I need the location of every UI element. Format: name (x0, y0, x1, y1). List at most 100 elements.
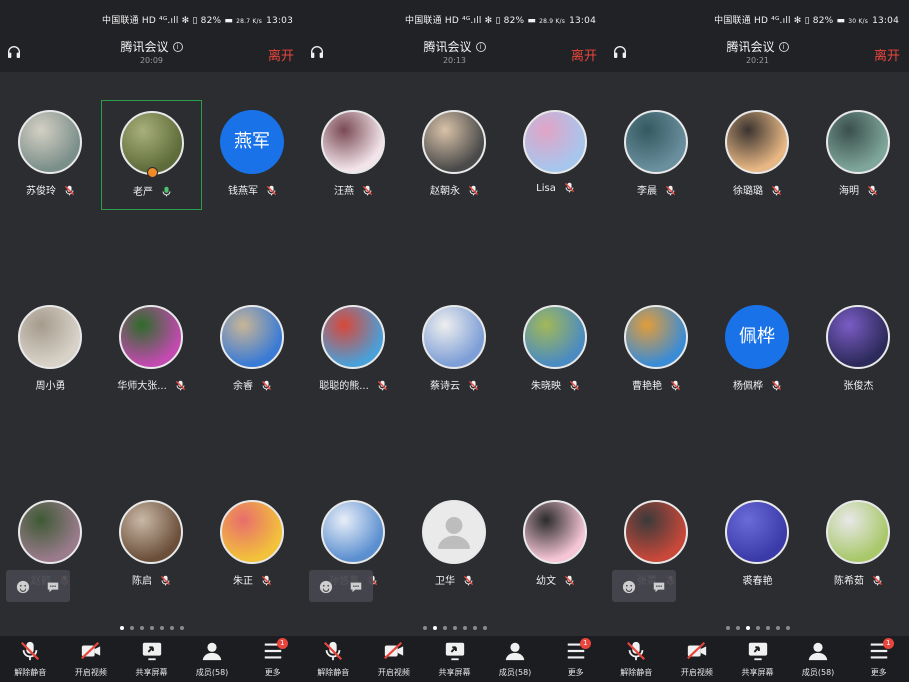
participant-tile[interactable]: 陈启 (101, 490, 202, 600)
participant-tile[interactable]: 朱正 (202, 490, 303, 600)
status-net-speed: 28.7 K/s (236, 18, 263, 25)
meeting-header: 腾讯会议 i 20:21 离开 (606, 36, 909, 72)
participant-tile[interactable]: 裘春艳 (707, 490, 808, 600)
avatar (119, 500, 183, 564)
page-dot[interactable] (462, 626, 467, 630)
page-dot[interactable] (765, 626, 770, 630)
page-dot[interactable] (745, 626, 750, 630)
page-dot[interactable] (422, 626, 427, 630)
leave-button[interactable]: 离开 (571, 45, 597, 64)
participant-tile[interactable]: 幼文 (505, 490, 606, 600)
participant-tile[interactable]: 朱晓映 (505, 295, 606, 405)
unmute-button[interactable]: 解除静音 (606, 640, 666, 678)
page-dot[interactable] (149, 626, 154, 630)
page-dot[interactable] (452, 626, 457, 630)
participant-name: Lisa (536, 183, 556, 194)
status-time: 13:04 (569, 16, 596, 26)
avatar (725, 110, 789, 174)
page-dot[interactable] (442, 626, 447, 630)
meeting-title-block[interactable]: 腾讯会议 i 20:13 (303, 38, 606, 65)
unmute-button[interactable]: 解除静音 (0, 640, 60, 678)
mic-muted-icon (670, 380, 681, 394)
participant-tile[interactable]: 华师大张... (101, 295, 202, 405)
chat-icon[interactable] (652, 579, 666, 593)
page-dot[interactable] (179, 626, 184, 630)
share-screen-button[interactable]: 共享屏幕 (122, 640, 182, 678)
mic-muted-icon (867, 185, 878, 199)
emoji-icon[interactable] (622, 579, 636, 594)
more-button[interactable]: 更多 1 (243, 638, 303, 678)
members-button[interactable]: 成员(58) (182, 640, 242, 678)
participant-tile[interactable]: 李晨 (606, 100, 707, 210)
unmute-button[interactable]: 解除静音 (303, 640, 363, 678)
mic-muted-icon (771, 380, 782, 394)
video-button[interactable]: 开启视频 (364, 640, 424, 678)
info-icon[interactable]: i (475, 42, 486, 52)
page-indicator[interactable] (606, 626, 909, 630)
participant-tile[interactable]: 陈希茹 (808, 490, 909, 600)
participant-tile[interactable]: 老严 (101, 100, 202, 210)
leave-button[interactable]: 离开 (268, 45, 294, 64)
participant-tile[interactable]: 张俊杰 (808, 295, 909, 405)
page-dot[interactable] (129, 626, 134, 630)
participant-tile[interactable]: 蔡诗云 (404, 295, 505, 405)
page-dot[interactable] (482, 626, 487, 630)
page-dot[interactable] (775, 626, 780, 630)
status-time: 13:03 (266, 16, 293, 26)
participant-tile[interactable]: 曹艳艳 (606, 295, 707, 405)
page-dot[interactable] (785, 626, 790, 630)
page-dot[interactable] (432, 626, 437, 630)
avatar (119, 305, 183, 369)
toolbar-label: 成员(58) (801, 668, 835, 677)
participant-tile[interactable]: Lisa (505, 100, 606, 210)
participant-tile[interactable]: 佩桦 杨佩桦 (707, 295, 808, 405)
participant-tile[interactable]: 燕军 钱燕军 (202, 100, 303, 210)
members-button[interactable]: 成员(58) (485, 640, 545, 678)
chat-icon[interactable] (349, 579, 363, 593)
mic-muted-icon (266, 185, 277, 199)
page-dot[interactable] (119, 626, 124, 630)
members-button[interactable]: 成员(58) (788, 640, 848, 678)
info-icon[interactable]: i (172, 42, 183, 52)
participant-tile[interactable]: 余睿 (202, 295, 303, 405)
more-button[interactable]: 更多 1 (849, 638, 909, 678)
participant-tile[interactable]: 汪燕 (303, 100, 404, 210)
participant-tile[interactable]: 周小勇 (0, 295, 101, 405)
share-screen-button[interactable]: 共享屏幕 (425, 640, 485, 678)
page-indicator[interactable] (0, 626, 303, 630)
page-dot[interactable] (159, 626, 164, 630)
meeting-title-block[interactable]: 腾讯会议 i 20:09 (0, 38, 303, 65)
page-dot[interactable] (472, 626, 477, 630)
participant-tile[interactable]: 苏俊玲 (0, 100, 101, 210)
emoji-icon[interactable] (16, 579, 30, 594)
participant-tile[interactable]: 赵朝永 (404, 100, 505, 210)
toolbar-label: 更多 (870, 668, 887, 677)
more-button[interactable]: 更多 1 (546, 638, 606, 678)
participant-name-row: 朱晓映 (505, 377, 606, 394)
toolbar-label: 共享屏幕 (135, 668, 168, 677)
page-dot[interactable] (725, 626, 730, 630)
video-button[interactable]: 开启视频 (667, 640, 727, 678)
participant-tile[interactable]: 海明 (808, 100, 909, 210)
info-icon[interactable]: i (778, 42, 789, 52)
page-dot[interactable] (735, 626, 740, 630)
page-indicator[interactable] (303, 626, 606, 630)
page-dot[interactable] (139, 626, 144, 630)
participant-tile[interactable]: 徐璐璐 (707, 100, 808, 210)
toolbar-label: 解除静音 (317, 668, 350, 677)
participant-tile[interactable]: 卫华 (404, 490, 505, 600)
members-icon (807, 640, 829, 662)
chat-icon[interactable] (46, 579, 60, 593)
page-dot[interactable] (755, 626, 760, 630)
mic-muted-icon (322, 640, 344, 662)
emoji-icon[interactable] (319, 579, 333, 594)
video-button[interactable]: 开启视频 (61, 640, 121, 678)
leave-button[interactable]: 离开 (874, 45, 900, 64)
page-dot[interactable] (169, 626, 174, 630)
status-time: 13:04 (872, 16, 899, 26)
share-screen-button[interactable]: 共享屏幕 (728, 640, 788, 678)
participant-tile[interactable]: 聪聪的熊... (303, 295, 404, 405)
avatar (220, 500, 284, 564)
mic-muted-icon (468, 185, 479, 199)
meeting-title-block[interactable]: 腾讯会议 i 20:21 (606, 38, 909, 65)
